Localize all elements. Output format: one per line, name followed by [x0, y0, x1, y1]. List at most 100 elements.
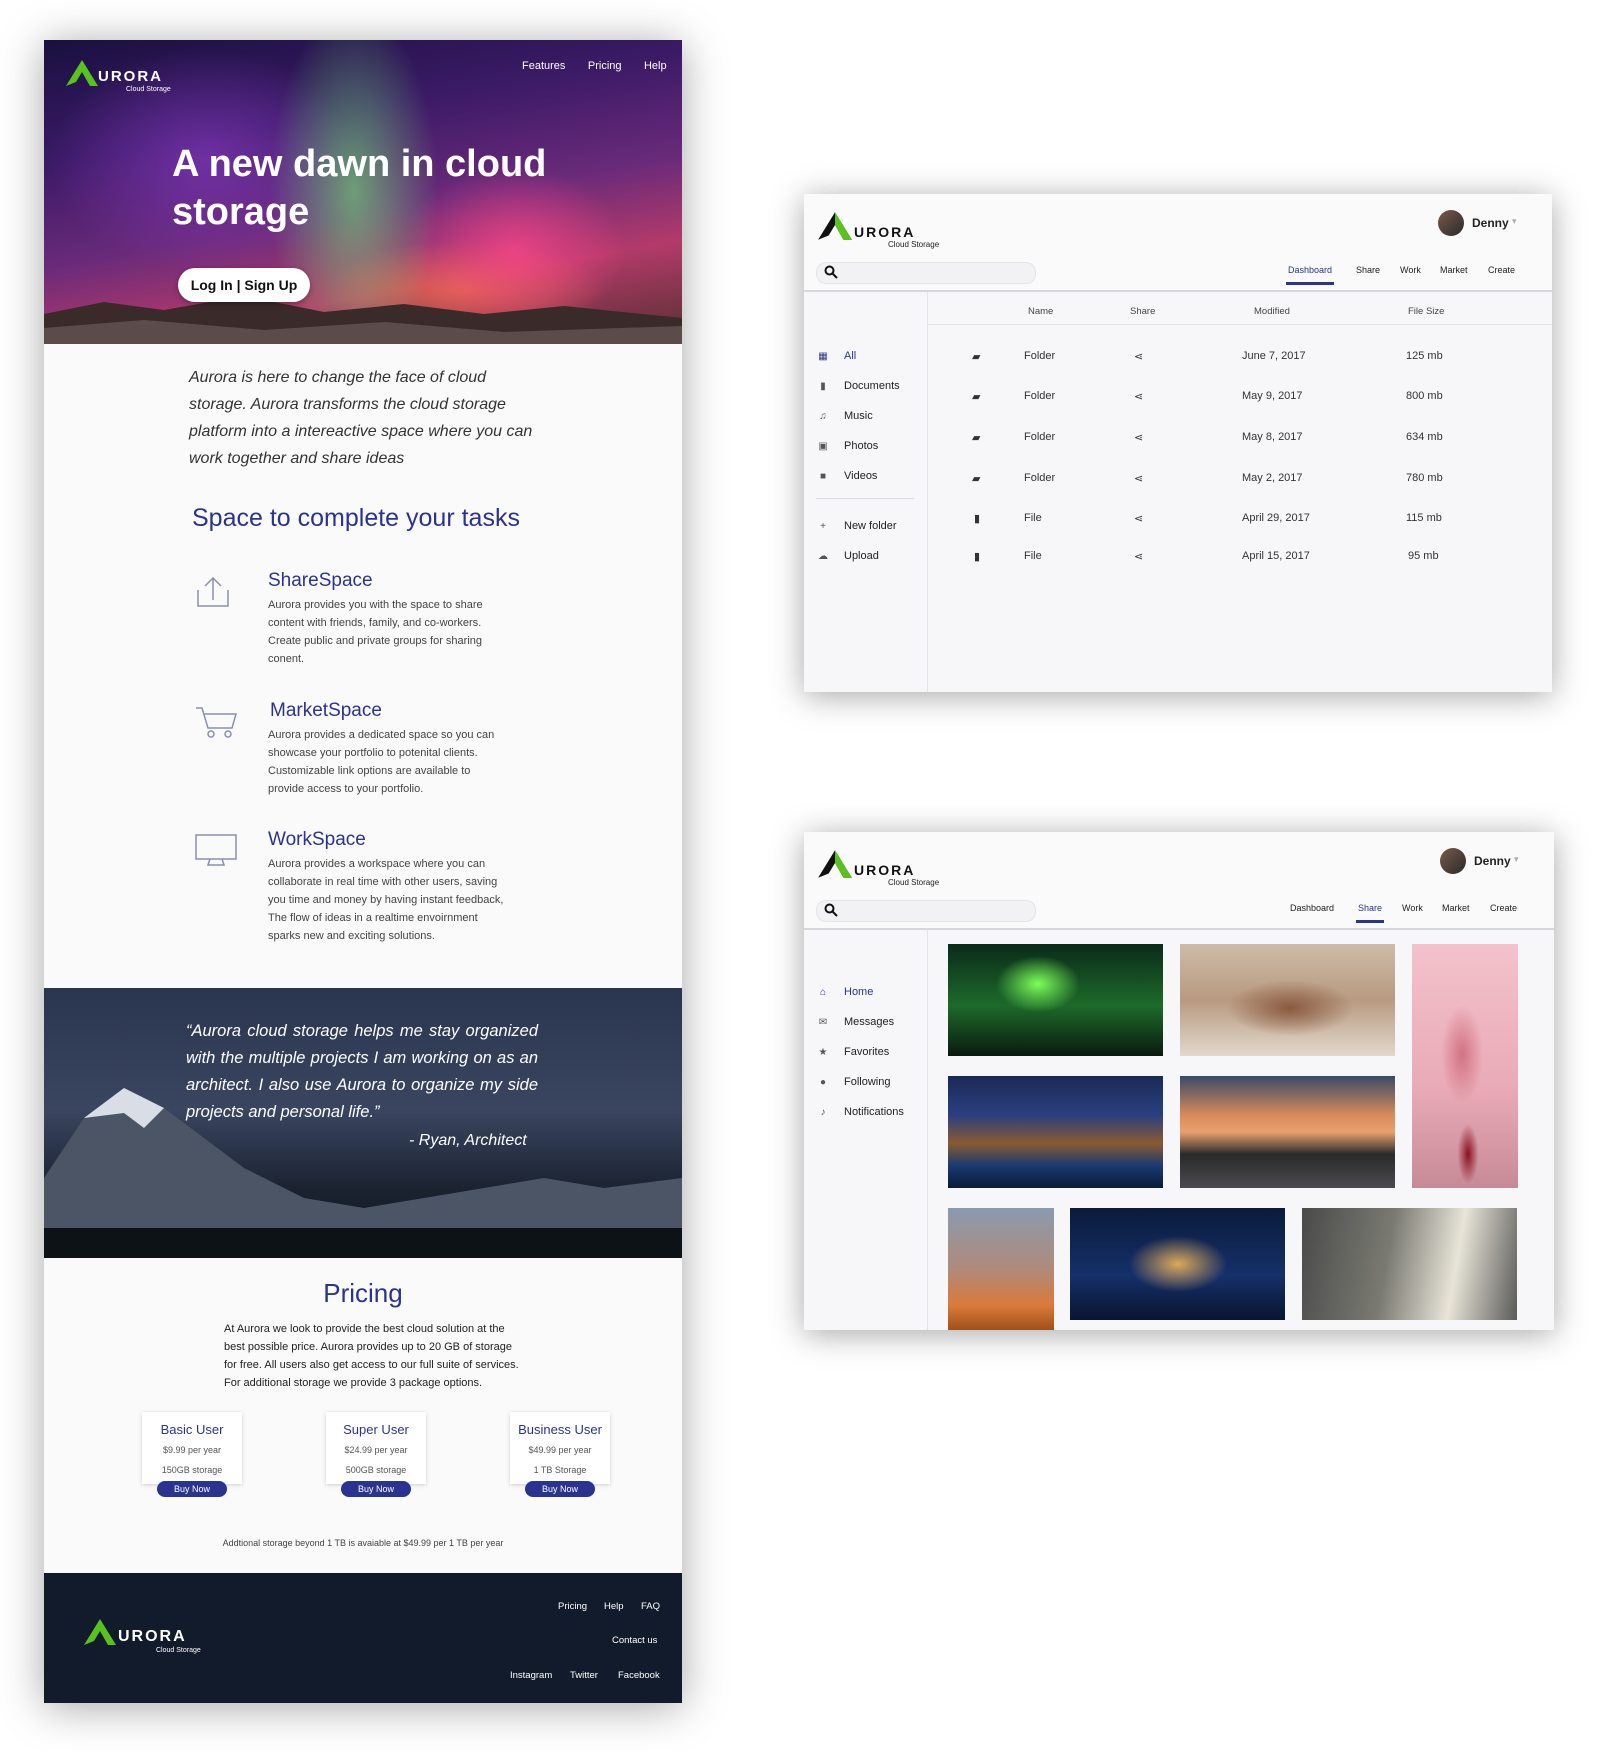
sidebar-item-videos[interactable]: ■ Videos — [816, 470, 877, 482]
column-header-share[interactable]: Share — [1130, 306, 1155, 317]
search-input[interactable] — [816, 262, 1036, 284]
tab-dashboard[interactable]: Dashboard — [1288, 265, 1332, 275]
nav-help[interactable]: Help — [644, 60, 667, 72]
tab-create[interactable]: Create — [1490, 903, 1517, 913]
sidebar-item-music[interactable]: ♫ Music — [816, 410, 872, 422]
column-header-modified[interactable]: Modified — [1254, 306, 1290, 317]
sidebar-item-documents[interactable]: ▮ Documents — [816, 380, 899, 392]
share-icon[interactable]: ⋖ — [1134, 431, 1143, 444]
table-row[interactable]: ▮ File ⋖ April 29, 2017 115 mb — [928, 512, 1552, 532]
feature-description: Aurora provides a workspace where you ca… — [268, 858, 504, 942]
feature-title: WorkSpace — [268, 829, 366, 850]
share-icon[interactable]: ⋖ — [1134, 550, 1143, 563]
share-icon[interactable]: ⋖ — [1134, 472, 1143, 485]
sidebar-item-notifications[interactable]: ♪ Notifications — [816, 1106, 904, 1118]
sidebar-item-following[interactable]: ● Following — [816, 1076, 891, 1088]
new-folder-button[interactable]: + New folder — [816, 520, 897, 532]
buy-now-button[interactable]: Buy Now — [525, 1481, 595, 1497]
logo-text: URORA — [854, 224, 916, 240]
tab-dashboard[interactable]: Dashboard — [1290, 903, 1334, 913]
table-row[interactable]: ▮ File ⋖ April 15, 2017 95 mb — [928, 550, 1552, 570]
share-icon[interactable]: ⋖ — [1134, 350, 1143, 363]
chevron-down-icon[interactable]: ▾ — [1512, 216, 1517, 227]
pricing-description: At Aurora we look to provide the best cl… — [224, 1323, 519, 1389]
row-name: Folder — [1024, 472, 1056, 484]
logo[interactable]: URORA Cloud Storage — [64, 58, 184, 98]
feature-sharespace: ShareSpace Aurora provides you with the … — [194, 570, 594, 680]
table-row[interactable]: ▰ Folder ⋖ June 7, 2017 125 mb — [928, 350, 1552, 370]
home-icon: ⌂ — [819, 986, 827, 998]
search-input[interactable] — [816, 900, 1036, 922]
footer-link-twitter[interactable]: Twitter — [570, 1670, 598, 1681]
column-header-name[interactable]: Name — [1028, 306, 1053, 317]
active-tab-indicator — [1286, 282, 1334, 285]
avatar[interactable] — [1438, 210, 1464, 236]
sidebar-item-label: Photos — [844, 440, 879, 452]
tab-share[interactable]: Share — [1358, 903, 1382, 913]
nav-features[interactable]: Features — [522, 60, 565, 72]
photo-dusk-sky[interactable] — [948, 1208, 1054, 1330]
sidebar-item-favorites[interactable]: ★ Favorites — [816, 1046, 890, 1058]
sidebar-item-photos[interactable]: ▣ Photos — [816, 440, 878, 452]
tab-create[interactable]: Create — [1488, 265, 1515, 275]
nav-pricing[interactable]: Pricing — [588, 60, 622, 72]
login-signup-button[interactable]: Log In | Sign Up — [178, 268, 310, 302]
table-row[interactable]: ▰ Folder ⋖ May 9, 2017 800 mb — [928, 390, 1552, 410]
footer-link-instagram[interactable]: Instagram — [510, 1670, 552, 1681]
row-size: 125 mb — [1406, 350, 1443, 362]
footer-link-contact[interactable]: Contact us — [612, 1635, 657, 1646]
row-name: Folder — [1024, 390, 1056, 402]
sidebar-item-messages[interactable]: ✉ Messages — [816, 1016, 894, 1028]
sidebar-item-home[interactable]: ⌂ Home — [816, 986, 873, 998]
feature-marketspace: MarketSpace Aurora provides a dedicated … — [194, 700, 594, 810]
plan-name: Business User — [518, 1422, 602, 1437]
tab-work[interactable]: Work — [1402, 903, 1423, 913]
chevron-down-icon[interactable]: ▾ — [1514, 854, 1519, 865]
footer-link-faq[interactable]: FAQ — [641, 1601, 660, 1612]
footer-link-facebook[interactable]: Facebook — [618, 1670, 660, 1681]
photo-red-splash[interactable] — [1412, 944, 1518, 1188]
share-icon[interactable]: ⋖ — [1134, 390, 1143, 403]
share-icon[interactable]: ⋖ — [1134, 512, 1143, 525]
table-row[interactable]: ▰ Folder ⋖ May 2, 2017 780 mb — [928, 472, 1552, 492]
row-size: 800 mb — [1406, 390, 1443, 402]
buy-now-button[interactable]: Buy Now — [341, 1481, 411, 1497]
photo-canal-city[interactable] — [948, 1076, 1163, 1188]
footer-logo[interactable]: URORA Cloud Storage — [82, 1617, 212, 1661]
sidebar-item-all[interactable]: ▦ All — [816, 350, 856, 362]
tab-market[interactable]: Market — [1440, 265, 1468, 275]
photo-steel-wool[interactable] — [1070, 1208, 1285, 1320]
pricing-note: Addtional storage beyond 1 TB is avaiabl… — [222, 1538, 504, 1548]
table-row[interactable]: ▰ Folder ⋖ May 8, 2017 634 mb — [928, 431, 1552, 451]
column-header-file-size[interactable]: File Size — [1408, 306, 1444, 317]
row-size: 115 mb — [1406, 512, 1442, 524]
monitor-icon — [195, 834, 237, 866]
user-name[interactable]: Denny — [1474, 854, 1511, 868]
footer-link-pricing[interactable]: Pricing — [558, 1601, 587, 1612]
tab-work[interactable]: Work — [1400, 265, 1421, 275]
plan-price: $24.99 per year — [344, 1445, 408, 1455]
row-modified: April 15, 2017 — [1242, 550, 1310, 562]
footer-link-help[interactable]: Help — [604, 1601, 624, 1612]
tab-market[interactable]: Market — [1442, 903, 1470, 913]
upload-button[interactable]: ☁ Upload — [816, 550, 879, 562]
logo-a-icon — [818, 850, 852, 878]
tab-share[interactable]: Share — [1356, 265, 1380, 275]
logo[interactable]: URORA Cloud Storage — [816, 848, 956, 890]
photo-sunset-bridge[interactable] — [1180, 1076, 1395, 1188]
user-name[interactable]: Denny — [1472, 216, 1509, 230]
row-modified: April 29, 2017 — [1242, 512, 1310, 524]
photo-walrus[interactable] — [1180, 944, 1395, 1056]
buy-now-button[interactable]: Buy Now — [157, 1481, 227, 1497]
photo-street[interactable] — [1302, 1208, 1517, 1320]
search-icon[interactable] — [824, 265, 838, 279]
hero-section: URORA Cloud Storage Features Pricing Hel… — [44, 40, 682, 344]
search-icon[interactable] — [824, 903, 838, 917]
folder-icon: ▰ — [972, 432, 981, 444]
plan-super: Super User $24.99 per year 500GB storage… — [326, 1412, 426, 1497]
file-icon: ▮ — [974, 551, 981, 563]
avatar[interactable] — [1440, 848, 1466, 874]
logo[interactable]: URORA Cloud Storage — [816, 210, 956, 252]
plan-price: $49.99 per year — [528, 1445, 592, 1455]
photo-aurora[interactable] — [948, 944, 1163, 1056]
